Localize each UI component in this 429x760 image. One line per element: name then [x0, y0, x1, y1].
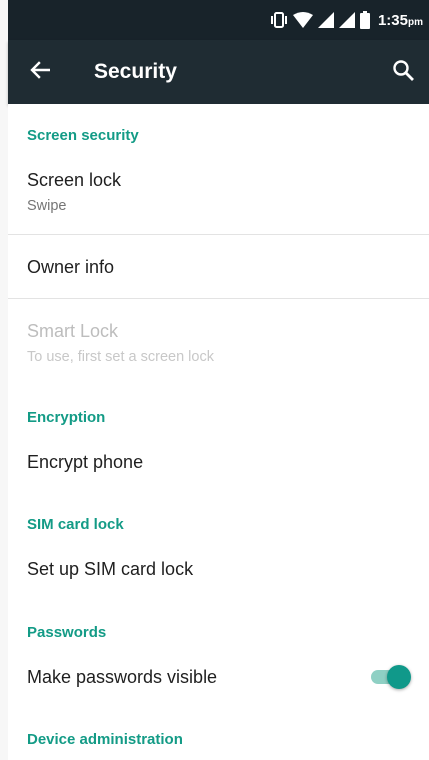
- section-header-sim-card-lock: SIM card lock: [27, 516, 124, 533]
- switch-thumb: [387, 665, 411, 689]
- smart-lock-item: Smart Lock To use, first set a screen lo…: [8, 299, 429, 379]
- screen-lock-summary: Swipe: [27, 198, 67, 214]
- search-button[interactable]: [379, 48, 427, 96]
- section-header-device-administration: Device administration: [27, 731, 183, 748]
- sim-card-lock-item[interactable]: Set up SIM card lock: [8, 541, 429, 597]
- status-icons: [270, 11, 370, 29]
- search-icon: [392, 59, 414, 86]
- vibrate-icon: [270, 12, 288, 28]
- screen-lock-item[interactable]: Screen lock Swipe: [8, 158, 429, 234]
- signal-icon: [338, 12, 355, 28]
- signal-icon: [317, 12, 334, 28]
- section-header-screen-security: Screen security: [27, 127, 139, 144]
- make-passwords-visible-item[interactable]: Make passwords visible: [8, 649, 429, 705]
- section-header-encryption: Encryption: [27, 409, 106, 426]
- owner-info-item[interactable]: Owner info: [8, 235, 429, 298]
- settings-list: Screen security Screen lock Swipe Owner …: [8, 104, 429, 760]
- back-button[interactable]: [16, 48, 64, 96]
- toolbar: Security: [8, 40, 429, 104]
- battery-icon: [359, 11, 370, 29]
- smart-lock-title: Smart Lock: [27, 321, 119, 341]
- status-bar: 1:35pm: [8, 0, 429, 40]
- section-header-passwords: Passwords: [27, 624, 107, 641]
- make-passwords-visible-title: Make passwords visible: [27, 667, 218, 687]
- security-settings-screen: 1:35pm Security Screen security Screen l…: [0, 0, 429, 760]
- clock-ampm: pm: [408, 16, 423, 28]
- page-title: Security: [94, 60, 177, 83]
- encrypt-phone-item[interactable]: Encrypt phone: [8, 434, 429, 490]
- wifi-icon: [292, 12, 313, 28]
- make-passwords-visible-switch[interactable]: [369, 664, 415, 690]
- encrypt-phone-title: Encrypt phone: [27, 452, 144, 472]
- smart-lock-summary: To use, first set a screen lock: [27, 349, 214, 365]
- back-arrow-icon: [30, 60, 51, 84]
- sim-card-lock-title: Set up SIM card lock: [27, 559, 194, 579]
- screen-lock-title: Screen lock: [27, 170, 122, 190]
- owner-info-title: Owner info: [27, 257, 115, 277]
- clock: 1:35pm: [378, 12, 423, 29]
- clock-time: 1:35: [377, 11, 408, 29]
